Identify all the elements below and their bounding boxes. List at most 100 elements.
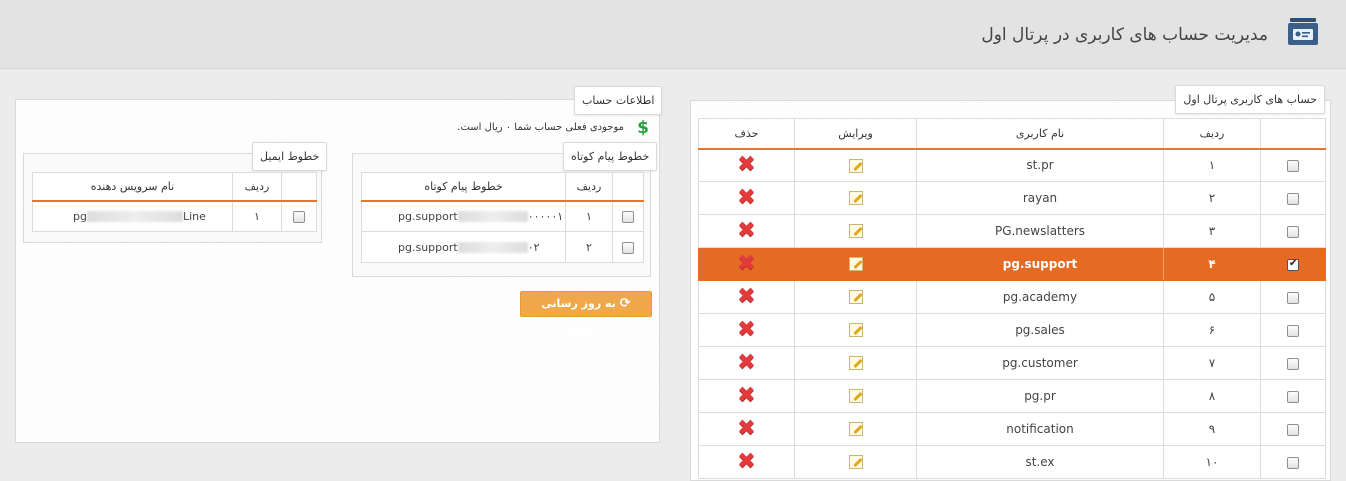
username-cell: PG.newslatters <box>916 214 1164 248</box>
delete-icon[interactable]: ✖ <box>737 154 755 176</box>
edit-cell <box>794 379 917 413</box>
table-row[interactable]: ✖ ‏st.pr ۱ <box>698 148 1326 182</box>
select-cell <box>1260 379 1326 413</box>
edit-cell <box>794 148 917 182</box>
delete-icon[interactable]: ✖ <box>737 253 755 275</box>
delete-cell: ✖ <box>698 148 795 182</box>
sms-line-cell: pg.support ۰۰۰۰۰۱ <box>361 200 566 232</box>
username-cell: ‏st.ex <box>916 445 1164 479</box>
delete-cell: ✖ <box>698 379 795 413</box>
edit-icon[interactable] <box>848 422 863 437</box>
select-cell <box>1260 280 1326 314</box>
edit-cell <box>794 346 917 380</box>
row-checkbox[interactable] <box>622 210 634 223</box>
select-cell <box>1260 445 1326 479</box>
balance-text: موجودی فعلی حساب شما ۰ ریال است. <box>457 122 624 133</box>
row-number-cell: ۴ <box>1163 247 1261 281</box>
username-cell: rayan <box>916 181 1164 215</box>
sms-line-suffix: ۰۲ <box>527 240 540 254</box>
select-cell <box>612 231 644 263</box>
row-checkbox[interactable] <box>1287 390 1299 403</box>
table-row[interactable]: ✖ pg.support ۴ <box>698 247 1326 281</box>
sms-line-cell: pg.support ۰۲ <box>361 231 566 263</box>
edit-icon[interactable] <box>848 224 863 239</box>
row-checkbox[interactable] <box>1287 225 1299 238</box>
edit-icon[interactable] <box>848 455 863 470</box>
row-checkbox[interactable] <box>293 210 305 223</box>
email-provider-suffix: Line <box>182 209 206 223</box>
edit-cell <box>794 280 917 314</box>
row-number-cell: ۵ <box>1163 280 1261 314</box>
sms-line-prefix: pg.support <box>398 209 458 223</box>
table-row[interactable]: ✖ pg.academy ۵ <box>698 280 1326 314</box>
row-checkbox[interactable] <box>1287 258 1299 271</box>
table-row[interactable]: ✖ notification ۹ <box>698 412 1326 446</box>
table-row[interactable]: pg Line ۱ <box>32 200 317 232</box>
row-number-cell: ۷ <box>1163 346 1261 380</box>
edit-icon[interactable] <box>848 290 863 305</box>
edit-icon[interactable] <box>848 257 863 272</box>
edit-icon[interactable] <box>848 356 863 371</box>
delete-icon[interactable]: ✖ <box>737 220 755 242</box>
row-number-cell: ۲ <box>565 231 613 263</box>
delete-icon[interactable]: ✖ <box>737 385 755 407</box>
delete-icon[interactable]: ✖ <box>737 319 755 341</box>
row-checkbox[interactable] <box>1287 159 1299 172</box>
delete-icon[interactable]: ✖ <box>737 418 755 440</box>
edit-icon[interactable] <box>848 191 863 206</box>
delete-cell: ✖ <box>698 181 795 215</box>
table-row[interactable]: ✖ pg.customer ۷ <box>698 346 1326 380</box>
edit-icon[interactable] <box>848 389 863 404</box>
delete-cell: ✖ <box>698 313 795 347</box>
account-info-legend: اطلاعات حساب <box>574 86 663 115</box>
select-cell <box>1260 181 1326 215</box>
edit-icon[interactable] <box>848 158 863 173</box>
delete-cell: ✖ <box>698 280 795 314</box>
select-cell <box>1260 214 1326 248</box>
select-cell <box>1260 346 1326 380</box>
delete-cell: ✖ <box>698 445 795 479</box>
row-checkbox[interactable] <box>1287 291 1299 304</box>
select-cell <box>1260 313 1326 347</box>
delete-column-header: حذف <box>698 118 795 149</box>
delete-cell: ✖ <box>698 412 795 446</box>
delete-icon[interactable]: ✖ <box>737 352 755 374</box>
username-cell: pg.customer <box>916 346 1164 380</box>
username-column-header: نام کاربری <box>916 118 1164 149</box>
email-lines-legend: خطوط ایمیل <box>252 142 328 171</box>
sms-line-suffix: ۰۰۰۰۰۱ <box>527 209 564 223</box>
username-cell: pg.pr <box>916 379 1164 413</box>
select-cell <box>1260 247 1326 281</box>
username-cell: pg.academy <box>916 280 1164 314</box>
row-checkbox[interactable] <box>1287 192 1299 205</box>
page-header: مدیریت حساب های کاربری در پرتال اول <box>0 0 1346 69</box>
row-checkbox[interactable] <box>1287 423 1299 436</box>
accounts-table: حذف ویرایش نام کاربری ردیف ✖ ‏st.pr ۱ ✖ raya… <box>698 118 1326 479</box>
table-row[interactable]: ✖ PG.newslatters ۳ <box>698 214 1326 248</box>
accounts-panel-legend: حساب های کاربری پرتال اول <box>1175 85 1325 114</box>
sms-lines-legend: خطوط پیام کوتاه <box>563 142 658 171</box>
sms-line-column-header: خطوط پیام کوتاه <box>361 172 566 201</box>
row-checkbox[interactable] <box>1287 456 1299 469</box>
table-row[interactable]: ✖ pg.pr ۸ <box>698 379 1326 413</box>
table-row[interactable]: ✖ ‏st.ex ۱۰ <box>698 445 1326 479</box>
delete-icon[interactable]: ✖ <box>737 187 755 209</box>
select-cell <box>281 200 317 232</box>
sms-lines-table: خطوط پیام کوتاه ردیف pg.support ۰۰۰۰۰۱ ۱ pg… <box>361 172 644 263</box>
table-row[interactable]: pg.support ۰۲ ۲ <box>361 231 644 263</box>
row-checkbox[interactable] <box>1287 357 1299 370</box>
delete-icon[interactable]: ✖ <box>737 286 755 308</box>
table-row[interactable]: ✖ rayan ۲ <box>698 181 1326 215</box>
row-checkbox[interactable] <box>1287 324 1299 337</box>
table-row[interactable]: pg.support ۰۰۰۰۰۱ ۱ <box>361 200 644 232</box>
update-lines-button[interactable]: ⟳به روز رسانی خطوط <box>520 291 652 334</box>
sms-select-header <box>612 172 644 201</box>
row-number-cell: ۹ <box>1163 412 1261 446</box>
edit-icon[interactable] <box>848 323 863 338</box>
row-number-cell: ۱ <box>565 200 613 232</box>
table-row[interactable]: ✖ pg.sales ۶ <box>698 313 1326 347</box>
delete-icon[interactable]: ✖ <box>737 451 755 473</box>
email-select-header <box>281 172 317 201</box>
row-number-cell: ۱ <box>1163 148 1261 182</box>
row-checkbox[interactable] <box>622 241 634 254</box>
